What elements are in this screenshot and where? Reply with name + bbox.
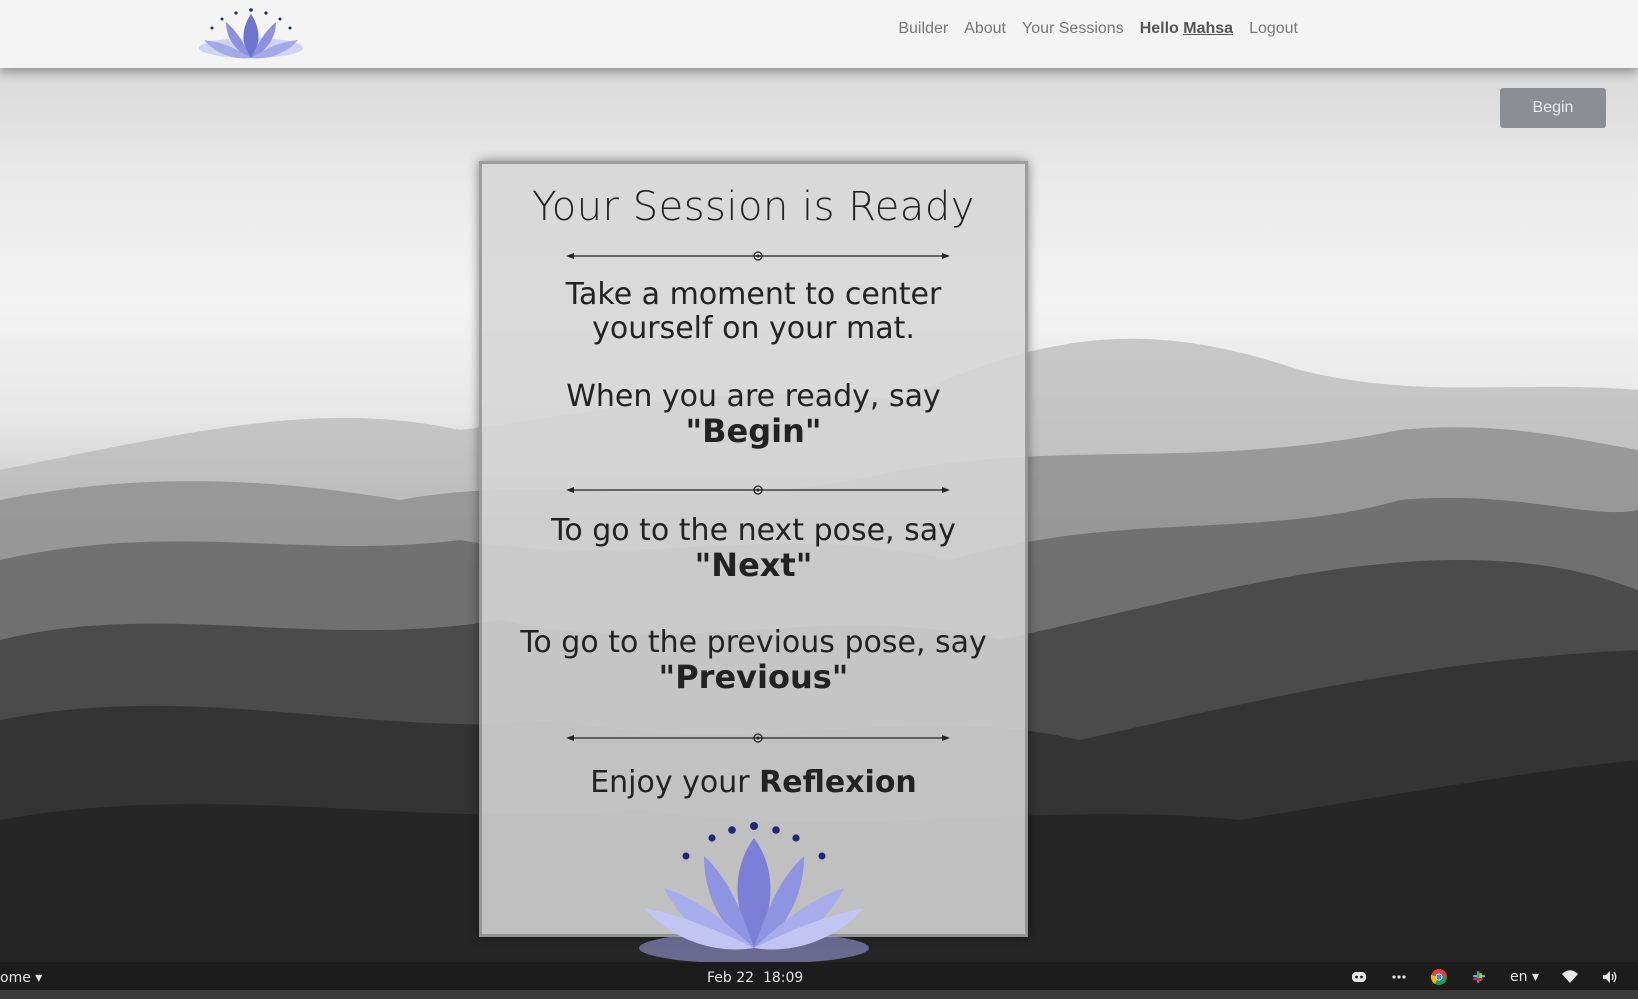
nav-about[interactable]: About [964, 20, 1006, 38]
lotus-icon [639, 822, 869, 964]
ready-text: When you are ready, say [566, 379, 941, 414]
ornament-divider [566, 251, 950, 261]
discord-icon[interactable] [1350, 968, 1368, 986]
center-text: Take a moment to center yourself on your… [565, 277, 942, 346]
lotus-logo-icon[interactable] [196, 4, 306, 62]
taskbar-edge [0, 990, 1638, 999]
hello-prefix: Hello [1139, 20, 1179, 37]
nav-your-sessions[interactable]: Your Sessions [1022, 20, 1124, 38]
hello-username[interactable]: Mahsa [1183, 20, 1233, 37]
chevron-down-icon: ▾ [1531, 969, 1539, 985]
enjoy-text: Enjoy your Reflexion [482, 766, 1025, 800]
previous-instruction: To go to the previous pose, say "Previou… [482, 625, 1025, 696]
language-indicator[interactable]: en ▾ [1510, 969, 1539, 985]
page: Builder About Your Sessions Hello Mahsa … [0, 0, 1638, 999]
next-command: "Next" [694, 546, 813, 584]
nav-hello-user[interactable]: Hello Mahsa [1140, 20, 1233, 38]
nav-builder[interactable]: Builder [898, 20, 948, 38]
enjoy-brand: Reflexion [759, 765, 917, 800]
card-title: Your Session is Ready [532, 184, 975, 230]
taskbar-date: Feb 22 [707, 970, 755, 986]
ornament-divider [566, 733, 950, 743]
next-text: To go to the next pose, say [551, 513, 956, 548]
language-label: en [1510, 969, 1528, 985]
navbar: Builder About Your Sessions Hello Mahsa … [0, 0, 1638, 68]
taskbar-app-label: ome [0, 970, 31, 986]
slack-icon[interactable] [1470, 968, 1488, 986]
nav-links: Builder About Your Sessions Hello Mahsa … [898, 20, 1298, 38]
prev-text: To go to the previous pose, say [520, 625, 987, 660]
chevron-down-icon: ▾ [35, 970, 43, 986]
begin-command: "Begin" [685, 412, 822, 450]
wifi-icon[interactable] [1561, 968, 1579, 986]
ready-instruction: When you are ready, say "Begin" [482, 379, 1025, 450]
enjoy-prefix: Enjoy your [590, 765, 750, 800]
taskbar-clock[interactable]: Feb 22 18:09 [707, 970, 803, 986]
taskbar-tray: en ▾ [1350, 968, 1619, 986]
session-ready-card: Your Session is Ready Take a moment to c… [479, 161, 1028, 964]
chrome-icon[interactable] [1430, 968, 1448, 986]
taskbar-app-menu[interactable]: ome ▾ [0, 970, 42, 986]
ornament-divider [566, 485, 950, 495]
nav-logout[interactable]: Logout [1249, 20, 1298, 38]
previous-command: "Previous" [658, 658, 849, 696]
taskbar-time: 18:09 [762, 970, 804, 986]
begin-button[interactable]: Begin [1500, 88, 1606, 128]
next-instruction: To go to the next pose, say "Next" [482, 513, 1025, 584]
more-icon[interactable] [1390, 968, 1408, 986]
volume-icon[interactable] [1601, 968, 1619, 986]
